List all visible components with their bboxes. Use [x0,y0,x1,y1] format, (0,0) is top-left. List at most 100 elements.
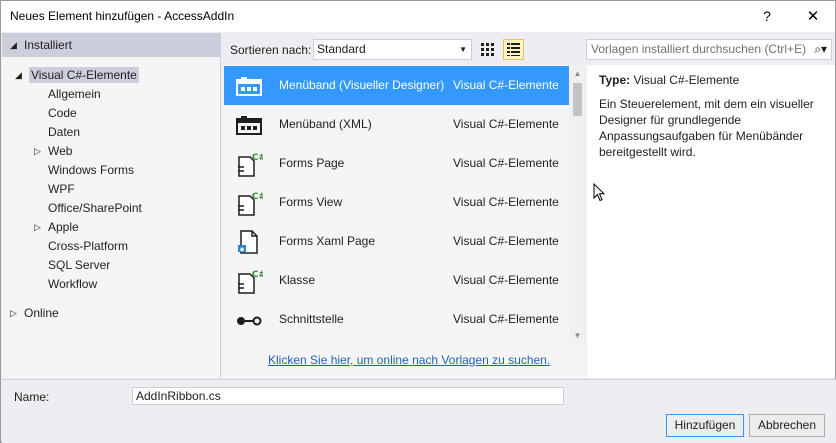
grid-view-icon [481,43,494,56]
ribbon-icon [235,73,263,99]
chevron-down-icon: ▼ [459,45,467,54]
tree-item[interactable]: WPF [2,180,221,199]
tree-item-label: Workflow [48,277,98,291]
close-button[interactable]: ✕ [790,1,836,32]
tree-item-label: Cross-Platform [48,239,129,253]
template-row[interactable]: Schnittstelle Visual C#-Elemente [224,300,570,339]
template-row[interactable]: Menüband (Visueller Designer) Visual C#-E… [224,66,570,105]
tree-item[interactable]: ▷ Web [2,142,221,161]
svg-text:◆: ◆ [240,246,245,253]
expand-arrow-icon[interactable]: ▷ [34,142,41,161]
tree-item[interactable]: SQL Server [2,256,221,275]
list-scrollbar[interactable]: ▲ ▼ [569,65,586,344]
name-field[interactable]: AddInRibbon.cs [132,387,564,405]
ribbon-icon [235,112,263,138]
online-section-header[interactable]: ▷ Online [2,301,221,325]
tree-item-label: Code [48,106,77,120]
tree-item[interactable]: Code [2,104,221,123]
scroll-down-icon[interactable]: ▼ [569,327,586,344]
search-placeholder: Vorlagen installiert durchsuchen (Ctrl+E… [591,42,807,56]
search-icon[interactable]: ⌕▾ [812,40,827,59]
template-name: Forms View [279,195,343,209]
category-tree-panel: ◢ Installiert ◢ Visual C#-Elemente Allgeme… [2,33,221,378]
tree-item-label: Apple [48,220,79,234]
template-category: Visual C#-Elemente [453,78,559,92]
type-value: Visual C#-Elemente [633,73,740,87]
tree-item[interactable]: Office/SharePoint [2,199,221,218]
template-category: Visual C#-Elemente [453,234,559,248]
tree-item[interactable]: Allgemein [2,85,221,104]
template-category: Visual C#-Elemente [453,195,559,209]
type-label: Type: [599,73,631,87]
details-panel: Type: Visual C#-Elemente Ein Steuereleme… [587,65,835,378]
tree-item-label: Office/SharePoint [48,201,142,215]
xaml-file-icon: ◆ [235,229,263,255]
csharp-file-icon: C# [235,268,266,294]
template-category: Visual C#-Elemente [453,273,559,287]
list-view-icon [507,43,520,56]
title-bar: Neues Element hinzufügen - AccessAddIn ?… [1,1,835,32]
tree-item[interactable]: Windows Forms [2,161,221,180]
tree-item-label: Web [48,144,73,158]
template-description: Ein Steuerelement, mit dem ein visueller… [599,97,814,159]
template-row[interactable]: ◆ Forms Xaml Page Visual C#-Elemente [224,222,570,261]
template-category: Visual C#-Elemente [453,156,559,170]
expand-arrow-icon[interactable]: ▷ [10,301,17,325]
collapse-arrow-icon[interactable]: ◢ [10,33,17,57]
template-toolbar: Sortieren nach: Standard ▼ Vorlagen inst… [223,33,835,65]
collapse-arrow-icon[interactable]: ◢ [15,66,22,85]
template-row[interactable]: C# Klasse Visual C#-Elemente [224,261,570,300]
template-name: Forms Xaml Page [279,234,376,248]
tree-item-label: Windows Forms [48,163,135,177]
tree-item-label: Allgemein [48,87,101,101]
installed-label: Installiert [24,38,73,52]
template-category: Visual C#-Elemente [453,312,559,326]
add-button[interactable]: Hinzufügen [666,414,744,437]
template-search-input[interactable]: Vorlagen installiert durchsuchen (Ctrl+E… [586,39,832,60]
csharp-file-icon: C# [235,190,266,216]
tree-item-label: Daten [48,125,81,139]
template-list: Menüband (Visueller Designer) Visual C#-E… [223,65,586,378]
template-name: Forms Page [279,156,345,170]
cancel-button[interactable]: Abbrechen [749,414,825,437]
online-templates-link[interactable]: Klicken Sie hier, um online nach Vorlage… [268,353,550,367]
installed-section-header[interactable]: ◢ Installiert [2,33,221,57]
grid-view-button[interactable] [477,39,498,60]
svg-text:C#: C# [252,153,263,163]
tree-item-label: Visual C#-Elemente [29,67,139,83]
tree-item[interactable]: ▷ Apple [2,218,221,237]
mouse-cursor-icon [593,183,605,202]
bottom-bar: Name: AddInRibbon.cs Hinzufügen Abbreche… [2,379,836,443]
template-row[interactable]: C# Forms Page Visual C#-Elemente [224,144,570,183]
tree-item[interactable]: ◢ Visual C#-Elemente [2,66,221,85]
template-name: Klasse [279,273,316,287]
category-tree: ◢ Visual C#-Elemente Allgemein Code Daten ▷ We… [2,66,221,294]
sort-value: Standard [317,42,366,56]
template-category: Visual C#-Elemente [453,117,559,131]
svg-text:C#: C# [252,270,263,280]
tree-item[interactable]: Cross-Platform [2,237,221,256]
scroll-thumb[interactable] [573,83,582,116]
template-rows: Menüband (Visueller Designer) Visual C#-E… [224,66,570,339]
online-label: Online [24,306,59,320]
template-name: Menüband (Visueller Designer) [279,78,445,92]
template-name: Schnittstelle [279,312,344,326]
scroll-up-icon[interactable]: ▲ [569,65,586,82]
list-view-button[interactable] [503,39,524,60]
tree-item[interactable]: Workflow [2,275,221,294]
help-button[interactable]: ? [744,1,790,32]
sort-label: Sortieren nach: [230,43,312,57]
interface-icon [235,307,263,333]
template-row[interactable]: Menüband (XML) Visual C#-Elemente [224,105,570,144]
svg-text:C#: C# [252,192,263,202]
csharp-file-icon: C# [235,151,266,177]
window-title: Neues Element hinzufügen - AccessAddIn [10,9,235,23]
tree-item[interactable]: Daten [2,123,221,142]
name-label: Name: [14,390,50,404]
template-row[interactable]: C# Forms View Visual C#-Elemente [224,183,570,222]
expand-arrow-icon[interactable]: ▷ [34,218,41,237]
tree-item-label: WPF [48,182,75,196]
type-line: Type: Visual C#-Elemente [599,73,739,87]
dialog-window: Neues Element hinzufügen - AccessAddIn ?… [0,0,836,443]
sort-dropdown[interactable]: Standard ▼ [313,39,472,60]
